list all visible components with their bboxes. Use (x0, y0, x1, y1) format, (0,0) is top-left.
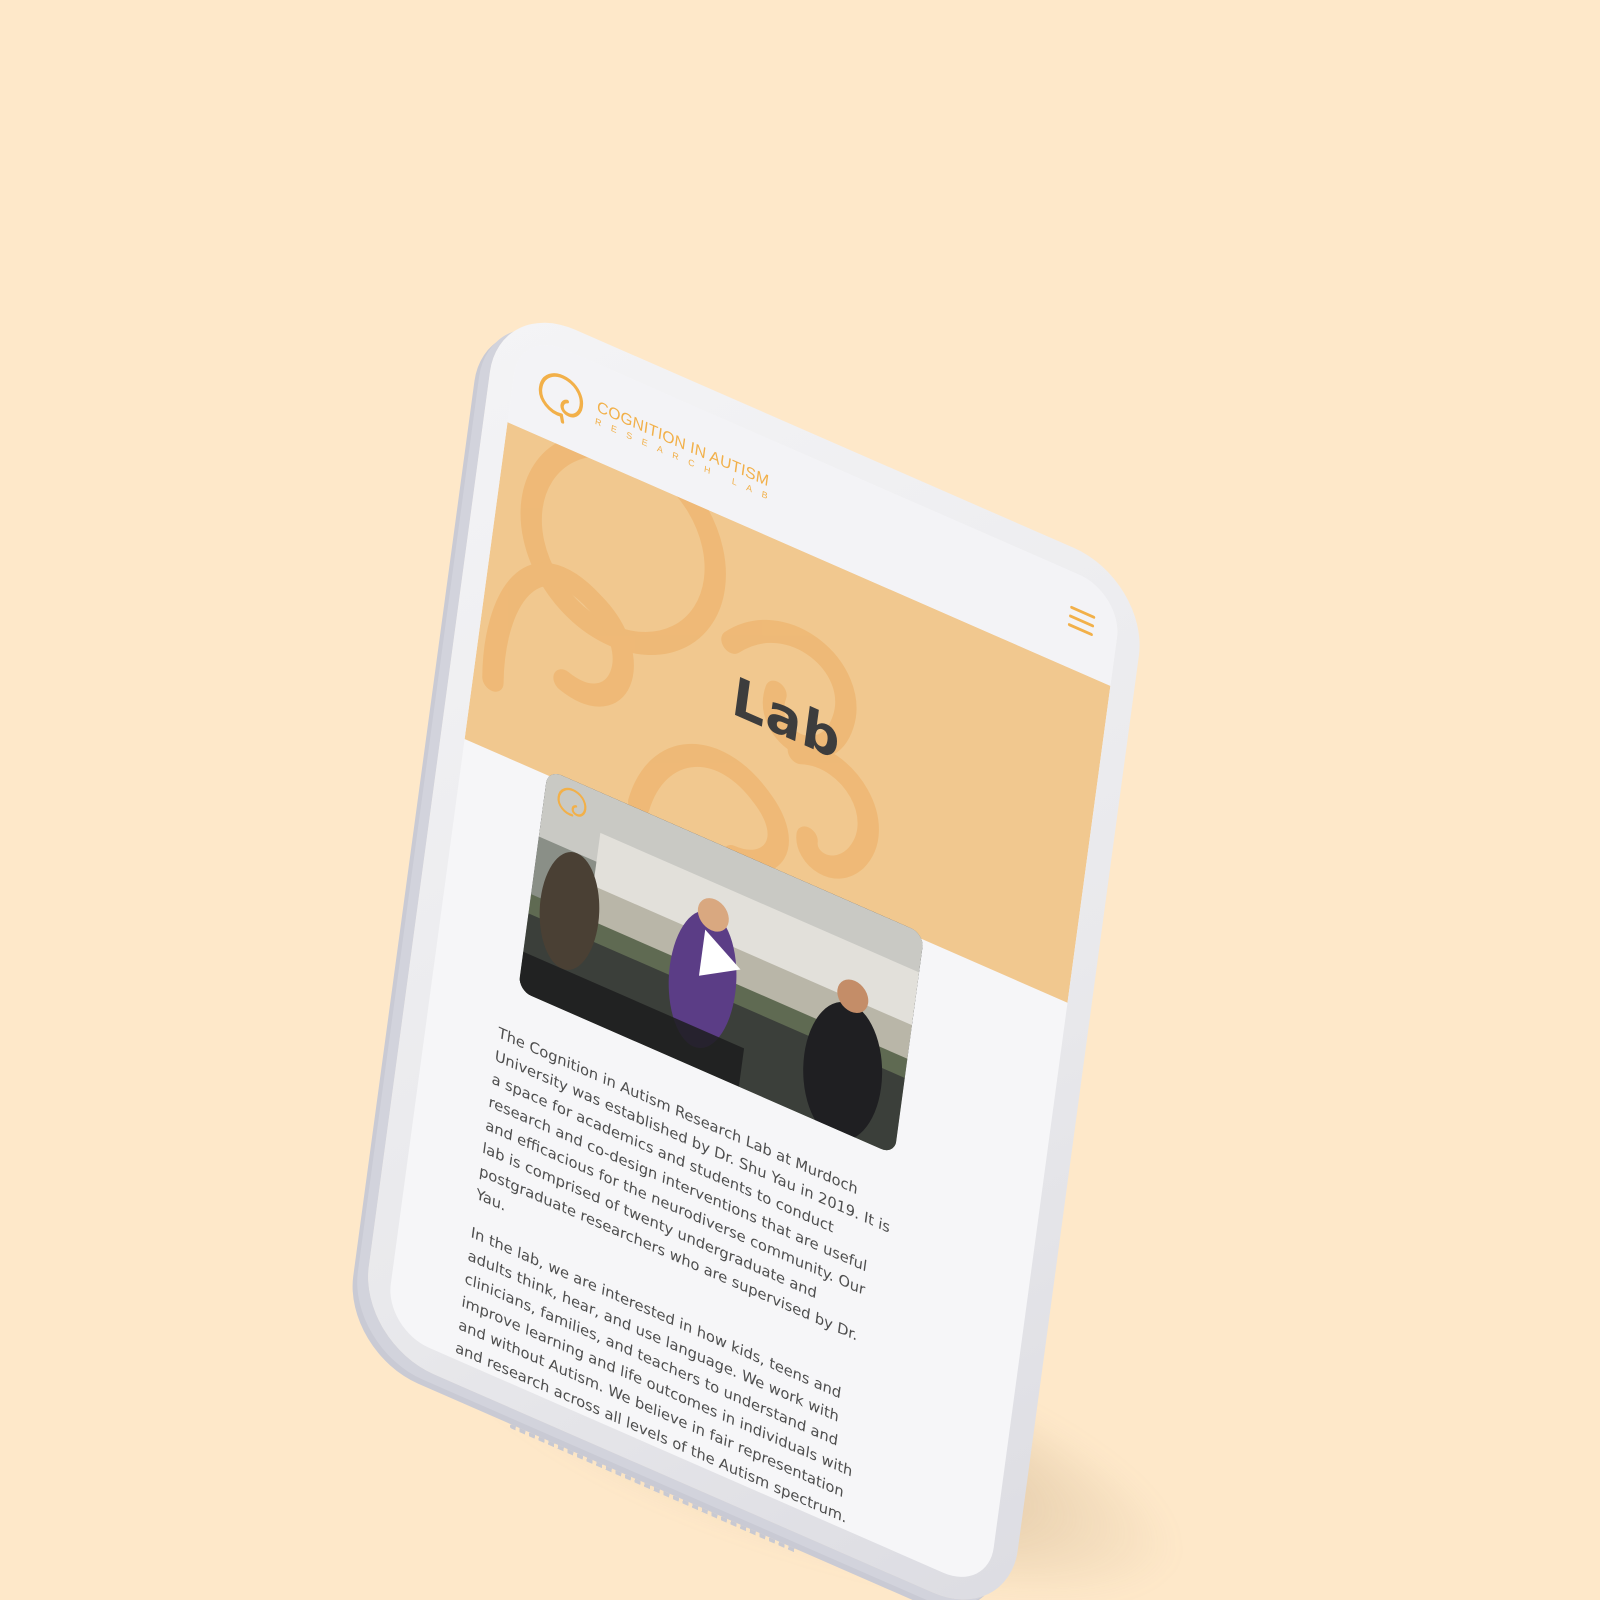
brain-logo-icon (538, 373, 583, 424)
mockup-scene: COGNITION IN AUTISM RESEARCH LAB Lab The… (0, 0, 1600, 1600)
hamburger-menu-icon[interactable] (1067, 605, 1096, 637)
